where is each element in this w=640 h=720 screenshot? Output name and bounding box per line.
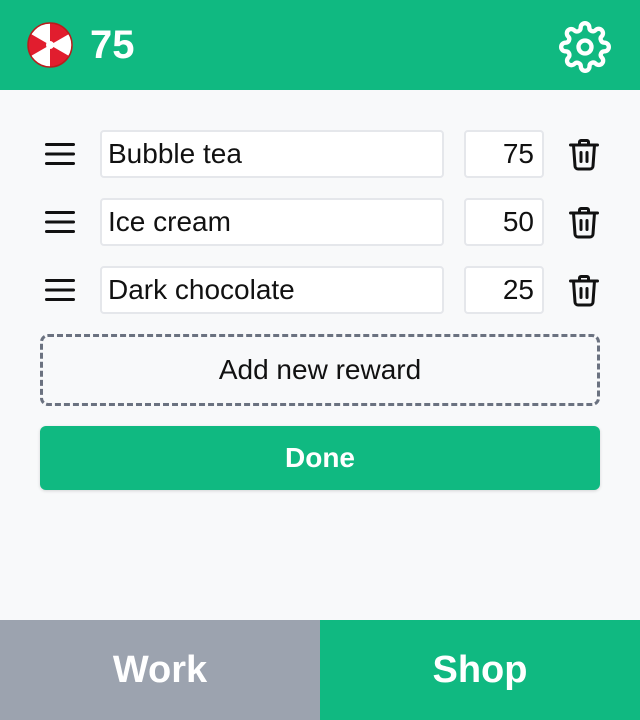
trash-icon[interactable] [566,204,602,240]
tab-shop-label: Shop [432,648,528,691]
gear-icon[interactable] [559,21,611,73]
done-button[interactable]: Done [40,426,600,490]
reward-row [0,266,640,314]
reward-cost-input[interactable] [464,198,544,246]
app-header: 75 [0,0,640,90]
reward-cost-input[interactable] [464,130,544,178]
tab-work-label: Work [112,648,208,691]
reward-name-input[interactable] [100,130,444,178]
add-reward-button[interactable]: Add new reward [40,334,600,406]
drag-handle-icon[interactable] [38,134,82,174]
tab-shop[interactable]: Shop [320,620,640,720]
reward-name-input[interactable] [100,198,444,246]
trash-icon[interactable] [566,272,602,308]
reward-row [0,198,640,246]
tab-work[interactable]: Work [0,620,320,720]
trash-icon[interactable] [566,136,602,172]
reward-row [0,130,640,178]
reward-cost-input[interactable] [464,266,544,314]
peppermint-candy-icon [27,22,73,68]
add-reward-label: Add new reward [218,354,422,385]
drag-handle-icon[interactable] [38,202,82,242]
candy-balance: 75 [90,23,135,67]
done-label: Done [285,442,355,473]
drag-handle-icon[interactable] [38,270,82,310]
reward-name-input[interactable] [100,266,444,314]
